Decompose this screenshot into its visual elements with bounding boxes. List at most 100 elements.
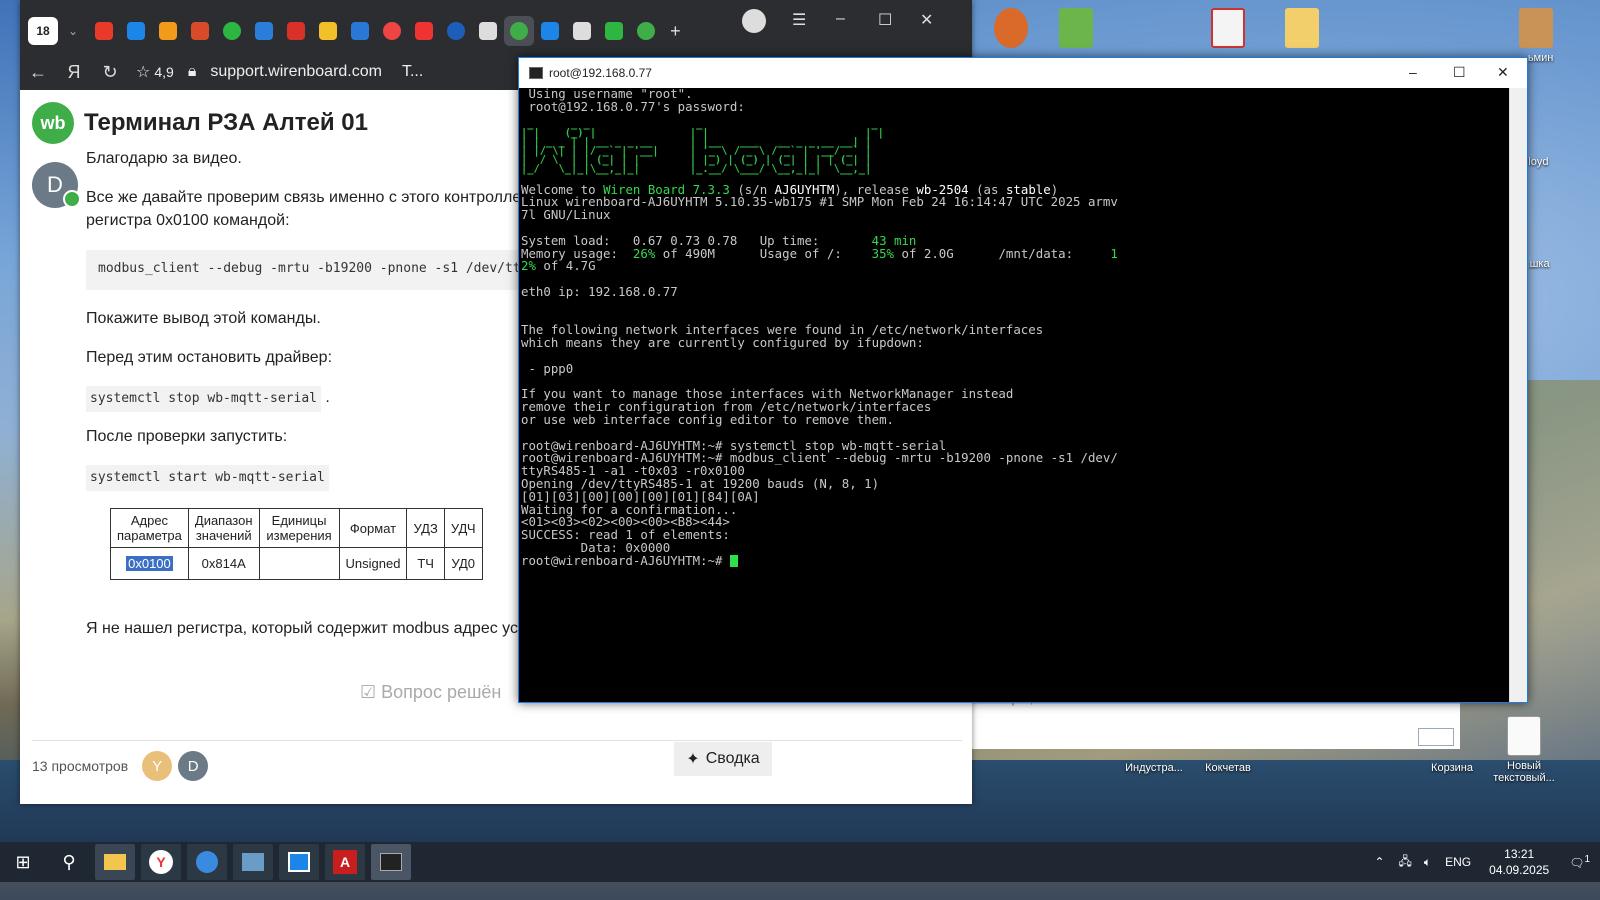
terminal-cursor — [729, 555, 738, 568]
desktop-icon-app2[interactable] — [1040, 8, 1112, 52]
taskbar-app-icon[interactable] — [233, 844, 273, 880]
minimize-icon[interactable]: – — [836, 10, 845, 28]
tab-page-icon[interactable] — [573, 22, 592, 40]
avatar[interactable]: D — [178, 751, 209, 781]
desktop-icon-recycle-bin[interactable]: Корзина — [1416, 762, 1488, 774]
rating-star-icon[interactable]: ☆ — [136, 62, 150, 82]
taskbar-terminal-icon[interactable] — [371, 844, 411, 880]
yandex-icon[interactable]: Я — [56, 62, 92, 83]
summary-button[interactable]: ✦ Сводка — [674, 742, 772, 776]
tab-icon[interactable] — [127, 22, 146, 40]
menu-icon[interactable]: ☰ — [792, 10, 806, 30]
new-tab-icon[interactable]: + — [670, 21, 681, 42]
tab-vk-icon[interactable] — [351, 22, 370, 40]
tab-mail-icon[interactable] — [159, 22, 178, 40]
notifications-icon[interactable]: 🗨︎1 — [1569, 854, 1590, 870]
taskbar-app-icon[interactable] — [279, 844, 319, 880]
tab-icon[interactable] — [605, 22, 624, 40]
page-title[interactable]: Терминал РЗА Алтей 01 — [84, 109, 368, 137]
taskbar-explorer-icon[interactable] — [95, 844, 135, 880]
post-text: Покажите вывод этой команды. — [86, 310, 321, 327]
terminal-title: root@192.168.0.77 — [549, 66, 652, 80]
terminal-titlebar[interactable]: root@192.168.0.77 – ☐ ✕ — [519, 58, 1527, 88]
table-cell-selected[interactable]: 0x0100 — [126, 556, 173, 571]
avatar[interactable]: Y — [142, 751, 173, 781]
table-header: Диапазон значений — [187, 508, 260, 548]
minimize-icon[interactable]: – — [1409, 64, 1417, 80]
clock-date: 04.09.2025 — [1489, 863, 1550, 877]
terminal-scrollbar[interactable] — [1509, 88, 1527, 702]
table-cell: 0x814A — [187, 547, 260, 580]
tab-active[interactable] — [504, 16, 535, 46]
table-header: Формат — [338, 508, 408, 548]
post-text: Благодарю за видео. — [86, 150, 242, 167]
tab-mail-icon[interactable] — [255, 22, 274, 40]
desktop-icon-user[interactable]: ...ьмин — [1500, 8, 1572, 64]
desktop-icon-pdf[interactable] — [1192, 8, 1264, 52]
desktop-icon-folder[interactable] — [1266, 8, 1338, 52]
windows-start-icon[interactable]: ⊞ — [0, 842, 46, 882]
desktop-icon-label: Новый текстовый... — [1493, 760, 1555, 784]
desktop-icon-industra[interactable]: Индустра... — [1118, 762, 1190, 774]
desktop-icon-new-text[interactable]: Новый текстовый... — [1488, 716, 1560, 784]
search-icon[interactable]: ⚲ — [46, 842, 92, 882]
table-header: Адрес параметра — [110, 508, 189, 548]
notification-count: 1 — [1584, 854, 1590, 865]
close-icon[interactable]: ✕ — [1497, 64, 1509, 81]
tab-page-icon[interactable] — [479, 22, 498, 40]
tab-count-badge[interactable]: 18 — [28, 17, 58, 45]
table-cell: ТЧ — [406, 547, 445, 580]
inline-code[interactable]: systemctl stop wb-mqtt-serial — [86, 386, 321, 412]
terminal-output[interactable]: Using username "root". root@192.168.0.77… — [521, 88, 1507, 702]
terminal-icon — [529, 67, 543, 79]
chevron-down-icon[interactable]: ⌄ — [68, 24, 78, 38]
terminal-window[interactable]: root@192.168.0.77 – ☐ ✕ Using username "… — [518, 57, 1528, 703]
table-row: 0x0100 0x814A Unsigned ТЧ УД0 — [110, 547, 483, 580]
tab-icon[interactable] — [319, 22, 338, 40]
explorer-window[interactable]: Размер: 2,09 МБ — [952, 694, 1460, 749]
chevron-up-icon[interactable]: ⌃ — [1374, 855, 1384, 869]
tab-bar: 18 ⌄ + ☰ – ☐ ✕ — [20, 0, 972, 62]
taskbar-pdf-icon[interactable]: A — [325, 844, 365, 880]
tab-icon[interactable] — [447, 22, 466, 40]
back-icon[interactable]: ← — [20, 62, 56, 83]
maximize-icon[interactable]: ☐ — [1453, 64, 1466, 81]
page-title-short: Т... — [401, 63, 424, 80]
terminal-line: which means they are currently configure… — [521, 335, 924, 351]
volume-icon[interactable]: 🔈︎ — [1424, 855, 1431, 870]
wirenboard-logo-icon[interactable]: wb — [32, 102, 74, 144]
tab-whatsapp-icon[interactable] — [223, 22, 242, 40]
tab-wirenboard-icon[interactable] — [637, 22, 656, 40]
tab-pdf-icon[interactable] — [415, 22, 434, 40]
desktop-icon-label: Индустра... — [1125, 762, 1183, 774]
terminal-line: Linux wirenboard-AJ6UYHTM 5.10.35-wb175 … — [521, 194, 1118, 210]
lock-icon: 🔒︎ — [187, 63, 197, 80]
tab-pdf-icon[interactable] — [287, 22, 306, 40]
desktop-icon-kokchetav[interactable]: Кокчетав — [1192, 762, 1264, 774]
post-text: регистра 0x0100 командой: — [86, 212, 290, 229]
taskbar-app-icon[interactable] — [187, 844, 227, 880]
profile-icon[interactable] — [742, 9, 766, 33]
post-text: Перед этим остановить драйвер: — [86, 349, 333, 366]
view-toggle-icon[interactable] — [1418, 728, 1454, 746]
network-icon[interactable]: 🖧︎ — [1399, 852, 1412, 873]
taskbar-yandex-browser-icon[interactable]: Y — [141, 844, 181, 880]
tab-icon[interactable] — [541, 22, 560, 40]
tab-icon[interactable] — [383, 22, 402, 40]
url-field[interactable]: support.wirenboard.com — [210, 63, 382, 81]
terminal-prompt[interactable]: root@wirenboard-AJ6UYHTM:~# — [521, 554, 1507, 568]
desktop-icon-app[interactable] — [975, 8, 1047, 52]
close-icon[interactable]: ✕ — [920, 10, 933, 30]
code-block[interactable]: modbus_client --debug -mrtu -b19200 -pno… — [86, 250, 546, 290]
tab-yandex-icon[interactable] — [95, 22, 114, 40]
maximize-icon[interactable]: ☐ — [878, 10, 892, 30]
clock[interactable]: 13:21 04.09.2025 — [1489, 846, 1549, 878]
solved-text: Вопрос решён — [381, 682, 502, 702]
inline-code[interactable]: systemctl start wb-mqtt-serial — [86, 465, 329, 491]
views-count: 13 просмотров — [32, 758, 129, 774]
language-indicator[interactable]: ENG — [1445, 855, 1471, 869]
reload-icon[interactable]: ↻ — [92, 62, 128, 83]
tab-icon[interactable] — [191, 22, 210, 40]
solved-label: ☑ Вопрос решён — [360, 682, 501, 703]
terminal-line: or use web interface config editor to re… — [521, 411, 894, 427]
